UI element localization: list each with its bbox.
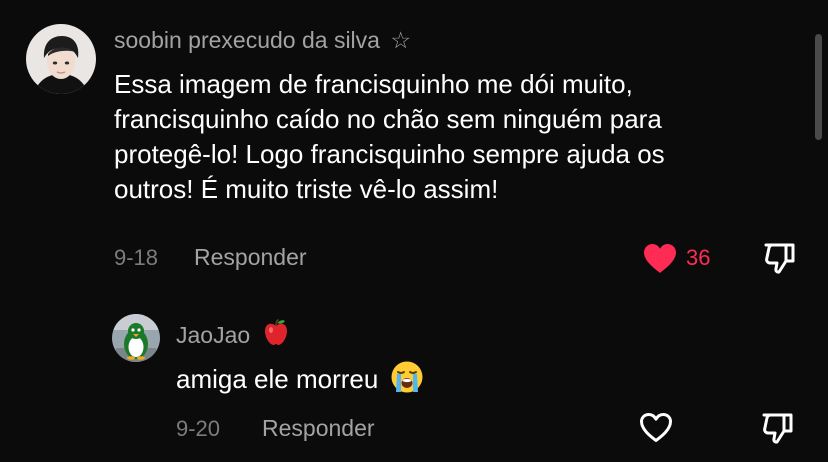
like-button[interactable] xyxy=(642,242,678,274)
like-count: 36 xyxy=(686,245,711,270)
comment-date: 9-20 xyxy=(176,416,221,441)
comment-date: 9-18 xyxy=(114,245,159,270)
dislike-button[interactable] xyxy=(760,410,796,446)
person-avatar-icon xyxy=(26,24,96,94)
thumbs-down-icon xyxy=(762,413,793,444)
comment-body: amiga ele morreu xyxy=(176,360,424,397)
like-button[interactable] xyxy=(638,411,674,443)
dislike-button[interactable] xyxy=(762,240,798,276)
reply-button[interactable]: Responder xyxy=(194,244,307,271)
comments-scrollbar[interactable] xyxy=(815,34,822,140)
username-text: JaoJao xyxy=(176,322,251,348)
username-text: soobin prexecudo da silva xyxy=(114,27,380,53)
thumbs-down-icon xyxy=(764,243,795,274)
avatar[interactable] xyxy=(26,24,96,94)
penguin-avatar-icon xyxy=(112,314,160,362)
comment-line: protegê-lo! Logo francisquinho sempre aj… xyxy=(114,139,665,169)
comment-line: Essa imagem de francisquinho me dói muit… xyxy=(114,69,633,99)
loudly-crying-face-icon xyxy=(390,360,424,394)
comment-body: Essa imagem de francisquinho me dói muit… xyxy=(114,67,665,207)
comment-line: francisquinho caído no chão sem ninguém … xyxy=(114,104,662,134)
comment-username[interactable]: JaoJao xyxy=(176,318,289,349)
heart-filled-icon xyxy=(644,244,676,273)
comment-username[interactable]: soobin prexecudo da silva ☆ xyxy=(114,27,411,54)
comment-line: outros! É muito triste vê-lo assim! xyxy=(114,174,499,204)
username-badge: ☆ xyxy=(390,27,411,53)
red-apple-icon xyxy=(263,318,289,346)
comment-line: amiga ele morreu xyxy=(176,364,379,394)
heart-outline-icon xyxy=(640,413,672,442)
avatar[interactable] xyxy=(112,314,160,362)
reply-button[interactable]: Responder xyxy=(262,415,375,442)
